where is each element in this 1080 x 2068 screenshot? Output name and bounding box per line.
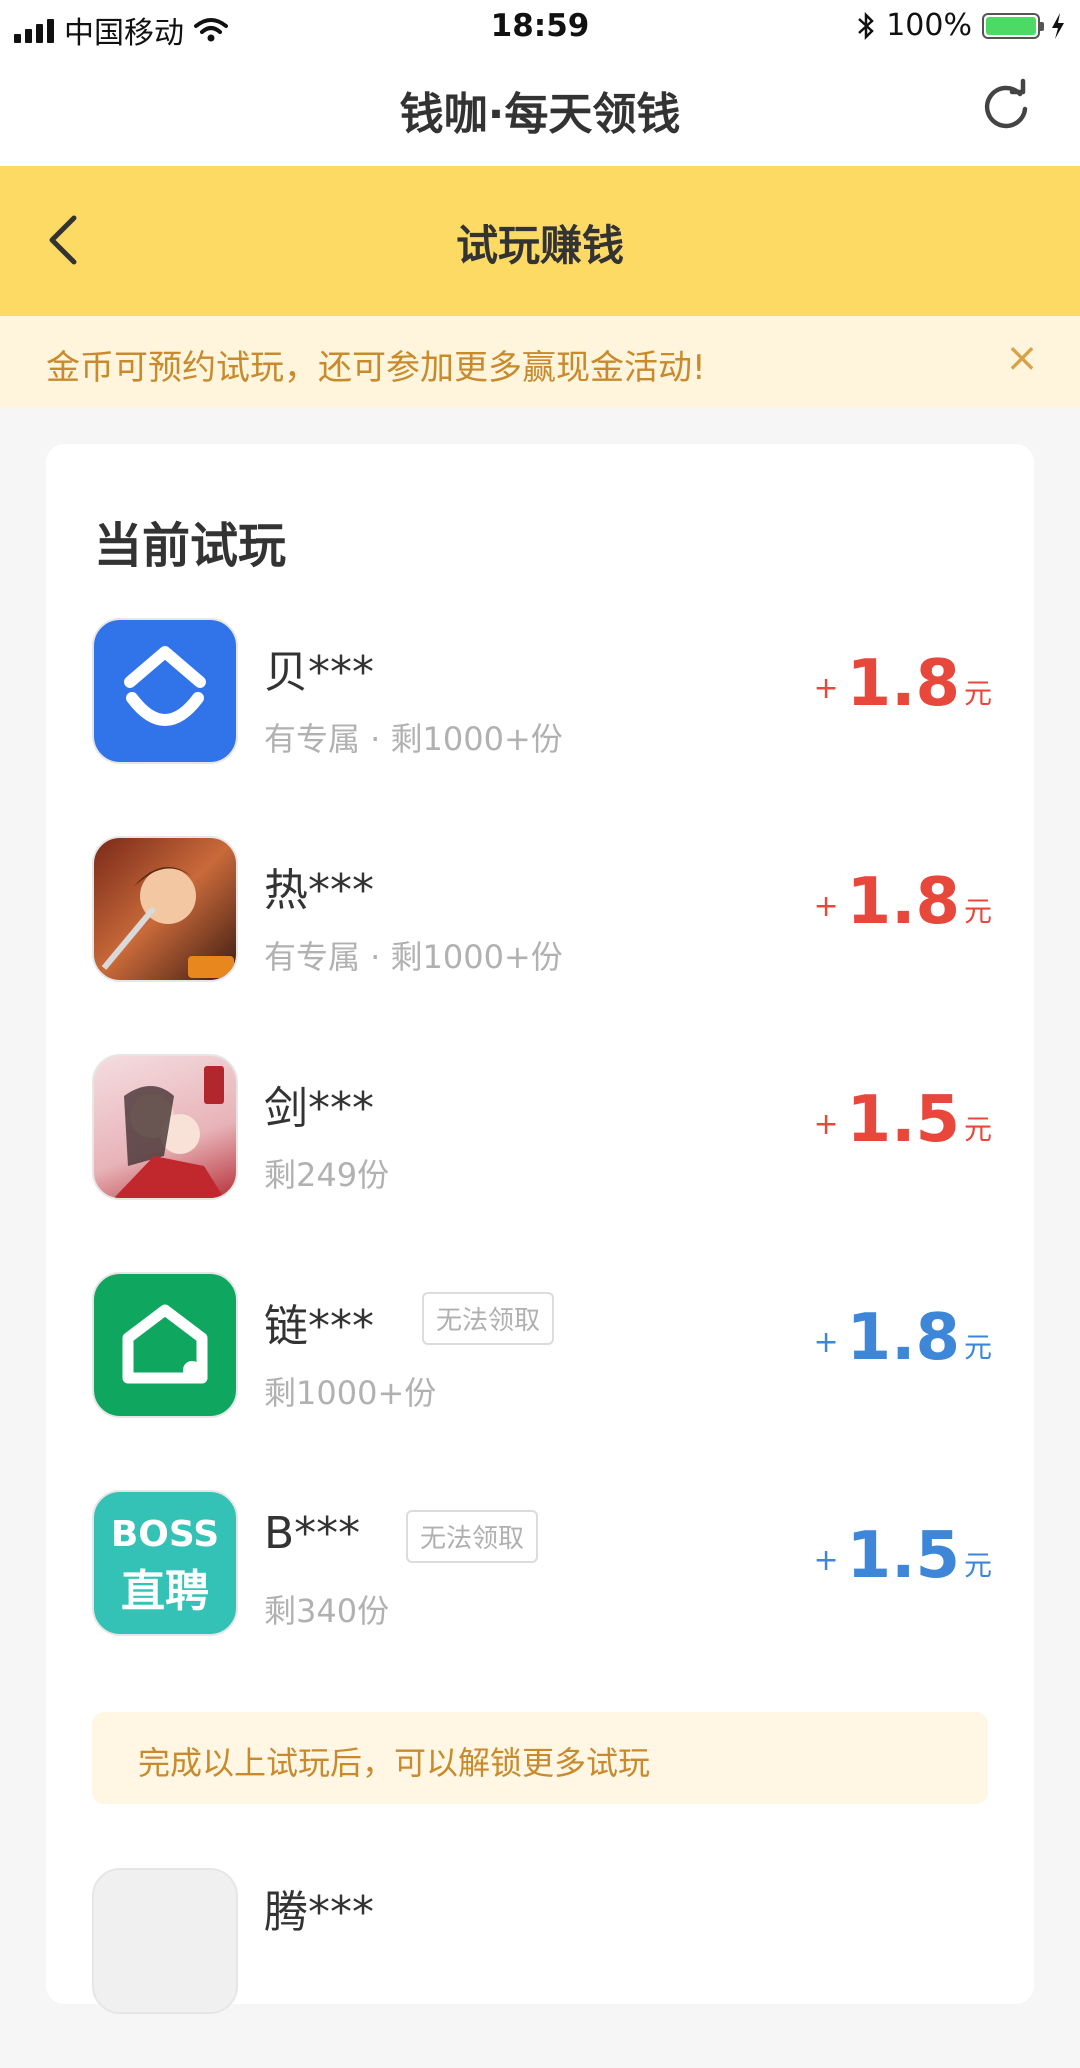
charging-icon xyxy=(1052,12,1064,39)
reward: + 1.8 元 xyxy=(813,652,992,716)
lianjia-house-icon xyxy=(92,1272,238,1418)
trial-card: 当前试玩 贝*** 有专属 · 剩1000+份 + 1.8 元 热*** 有专属… xyxy=(46,444,1034,2014)
item-sub: 剩1000+份 xyxy=(264,1374,437,1412)
item-sub: 有专属 · 剩1000+份 xyxy=(264,938,563,976)
reward-amount: 1.5 xyxy=(846,1083,960,1157)
page-header: 试玩赚钱 xyxy=(0,166,1080,316)
item-sub: 剩340份 xyxy=(264,1592,390,1630)
item-sub: 剩249份 xyxy=(264,1156,390,1194)
item-name: 热*** xyxy=(264,865,374,916)
item-name: 腾*** xyxy=(264,1887,374,1938)
app-icon xyxy=(92,1868,238,2014)
reward-unit: 元 xyxy=(963,895,992,928)
reward-plus: + xyxy=(813,1325,839,1360)
list-item[interactable]: 贝*** 有专属 · 剩1000+份 + 1.8 元 xyxy=(92,618,992,768)
bluetooth-icon xyxy=(858,11,875,40)
item-name: 链*** xyxy=(264,1301,374,1352)
unavailable-tag: 无法领取 xyxy=(406,1510,539,1563)
reward-plus: + xyxy=(813,1543,839,1578)
reward-amount: 1.8 xyxy=(846,1301,960,1375)
item-name: 贝*** xyxy=(264,647,374,698)
reward: + 1.5 元 xyxy=(813,1524,992,1588)
list-item[interactable]: 热*** 有专属 · 剩1000+份 + 1.8 元 xyxy=(92,836,992,986)
reward-amount: 1.5 xyxy=(846,1519,960,1593)
reward-unit: 元 xyxy=(963,677,992,710)
notice-banner: 金币可预约试玩，还可参加更多赢现金活动! × xyxy=(0,316,1080,408)
section-title: 当前试玩 xyxy=(94,518,287,574)
reward-unit: 元 xyxy=(963,1549,992,1582)
unlock-text: 完成以上试玩后，可以解锁更多试玩 xyxy=(138,1744,651,1782)
status-right: 100% xyxy=(856,8,1066,43)
reward-amount: 1.8 xyxy=(846,865,960,939)
page-title: 试玩赚钱 xyxy=(455,221,624,270)
item-name: 剑*** xyxy=(264,1083,374,1134)
list-item[interactable]: 剑*** 剩249份 + 1.5 元 xyxy=(92,1054,992,1204)
status-bar: 中国移动 18:59 100% xyxy=(0,0,1080,52)
reward: + 1.8 元 xyxy=(813,1306,992,1370)
boss-zhipin-icon: BOSS 直聘 xyxy=(92,1490,238,1636)
item-name: B*** xyxy=(264,1508,361,1559)
app-bar: 钱咖·每天领钱 xyxy=(0,52,1080,166)
list-item[interactable]: 链*** 无法领取 剩1000+份 + 1.8 元 xyxy=(92,1272,992,1422)
notice-text: 金币可预约试玩，还可参加更多赢现金活动! xyxy=(46,348,706,388)
zhipin-icon-text: 直聘 xyxy=(121,1566,209,1617)
reward-unit: 元 xyxy=(963,1331,992,1364)
reward-amount: 1.8 xyxy=(846,647,960,721)
game-romance-icon xyxy=(92,1054,238,1200)
refresh-icon[interactable] xyxy=(976,76,1036,136)
list-item[interactable]: BOSS 直聘 B*** 无法领取 剩340份 + 1.5 元 xyxy=(92,1490,992,1640)
unlock-hint: 完成以上试玩后，可以解锁更多试玩 xyxy=(92,1712,988,1804)
unavailable-tag: 无法领取 xyxy=(422,1292,555,1345)
battery-percent: 100% xyxy=(886,8,972,43)
item-sub: 有专属 · 剩1000+份 xyxy=(264,720,563,758)
beike-icon xyxy=(92,618,238,764)
app-title: 钱咖·每天领钱 xyxy=(399,89,681,140)
boss-icon-text: BOSS xyxy=(110,1514,220,1555)
list-item[interactable]: 腾*** xyxy=(92,1868,992,2068)
reward-plus: + xyxy=(813,671,839,706)
reward-unit: 元 xyxy=(963,1113,992,1146)
reward-plus: + xyxy=(813,889,839,924)
reward-plus: + xyxy=(813,1107,839,1142)
close-icon[interactable]: × xyxy=(1000,336,1044,380)
battery-icon xyxy=(982,12,1044,39)
reward: + 1.5 元 xyxy=(813,1088,992,1152)
game-hero-icon xyxy=(92,836,238,982)
reward: + 1.8 元 xyxy=(813,870,992,934)
